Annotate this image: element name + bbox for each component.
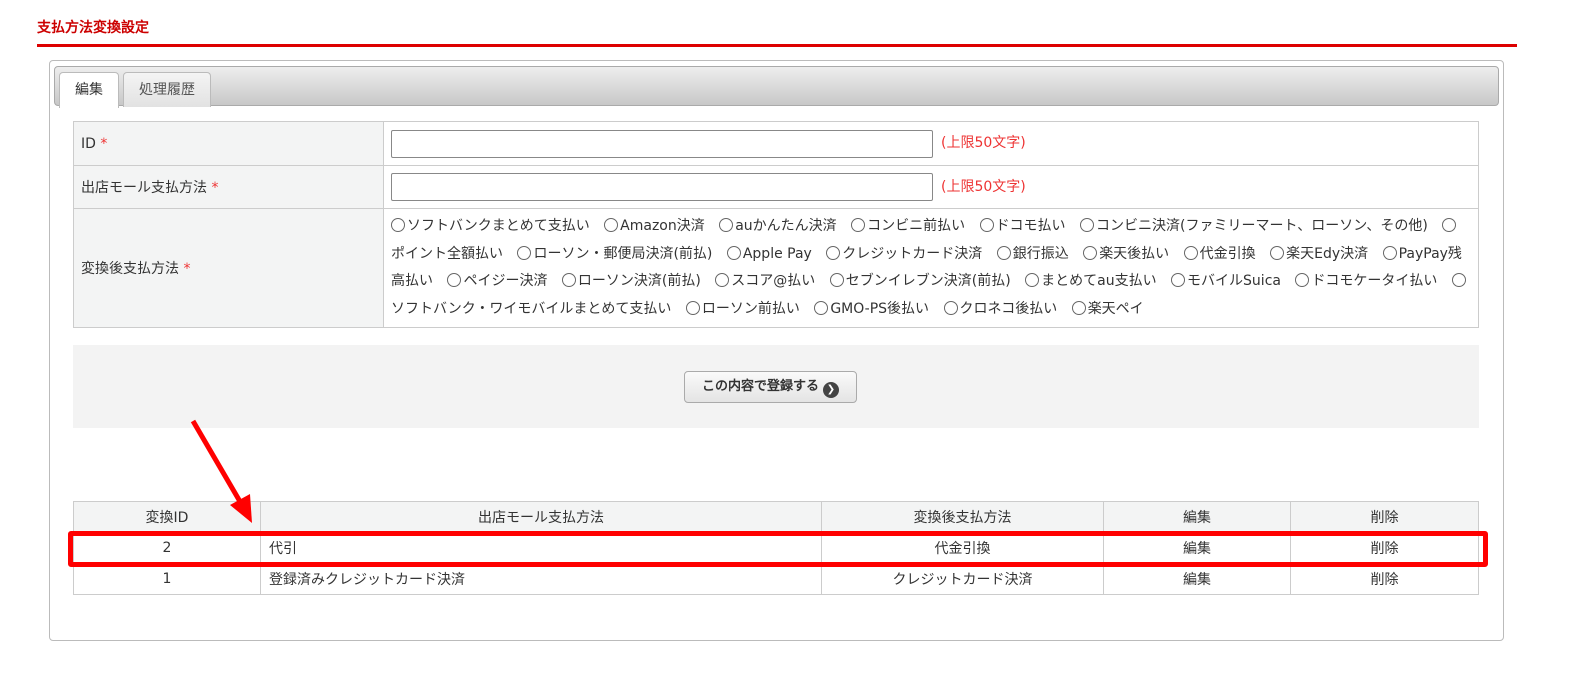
- col-header-edit: 編集: [1103, 501, 1291, 533]
- radio-option[interactable]: スコア@払い: [715, 273, 815, 289]
- radio-label: ローソン決済(前払): [577, 273, 701, 289]
- radio-label: ソフトバンク・ワイモバイルまとめて支払い: [391, 300, 672, 317]
- radio-option[interactable]: 楽天Edy決済: [1270, 245, 1369, 262]
- radio-option[interactable]: まとめてau支払い: [1025, 273, 1157, 289]
- radio-option[interactable]: ローソン・郵便局決済(前払): [517, 245, 713, 262]
- radio-option[interactable]: Apple Pay: [726, 245, 812, 262]
- radio-label: コンビニ前払い: [867, 218, 966, 234]
- radio-option[interactable]: 楽天ペイ: [1071, 300, 1144, 317]
- radio-label: 楽天後払い: [1099, 245, 1170, 262]
- radio-label: ソフトバンクまとめて支払い: [407, 218, 590, 234]
- radio-circle-icon[interactable]: [979, 218, 994, 232]
- radio-circle-icon[interactable]: [391, 218, 405, 232]
- radio-circle-icon[interactable]: [685, 300, 700, 315]
- radio-circle-icon[interactable]: [1025, 273, 1040, 287]
- row-converted: クレジットカード決済: [821, 563, 1104, 595]
- radio-circle-icon[interactable]: [814, 300, 829, 315]
- radio-option[interactable]: コンビニ決済(ファミリーマート、ローソン、その他): [1080, 218, 1428, 234]
- submit-button[interactable]: この内容で登録する ❯: [684, 371, 857, 403]
- radio-option[interactable]: GMO-PS後払い: [814, 300, 930, 317]
- radio-circle-icon[interactable]: [719, 218, 734, 232]
- radio-circle-icon[interactable]: [604, 218, 619, 232]
- radio-circle-icon[interactable]: [1183, 245, 1198, 260]
- table-row: 1 登録済みクレジットカード決済 クレジットカード決済 編集 削除: [73, 563, 1479, 595]
- radio-circle-icon[interactable]: [1083, 245, 1098, 260]
- col-header-mall: 出店モール支払方法: [260, 501, 822, 533]
- radio-circle-icon[interactable]: [1270, 245, 1285, 260]
- arrow-right-icon: ❯: [823, 382, 839, 398]
- id-input[interactable]: [391, 129, 933, 158]
- row-mall: 登録済みクレジットカード決済: [260, 563, 822, 595]
- radio-option[interactable]: 楽天後払い: [1083, 245, 1170, 262]
- radio-circle-icon[interactable]: [943, 300, 958, 315]
- radio-label: GMO-PS後払い: [830, 300, 930, 317]
- radio-option[interactable]: ローソン前払い: [685, 300, 800, 317]
- row-id: 1: [73, 563, 261, 595]
- radio-circle-icon[interactable]: [1382, 245, 1397, 260]
- col-header-delete: 削除: [1290, 501, 1479, 533]
- radio-circle-icon[interactable]: [829, 273, 844, 287]
- radio-option[interactable]: auかんたん決済: [719, 218, 837, 234]
- radio-circle-icon[interactable]: [1442, 218, 1457, 232]
- radio-circle-icon[interactable]: [517, 245, 532, 260]
- radio-label: ペイジー決済: [463, 273, 548, 289]
- radio-circle-icon[interactable]: [726, 245, 741, 260]
- radio-option[interactable]: 銀行振込: [996, 245, 1069, 262]
- radio-label: 楽天ペイ: [1087, 300, 1144, 317]
- radio-option[interactable]: ペイジー決済: [447, 273, 547, 289]
- radio-label: スコア@払い: [731, 273, 816, 289]
- radio-circle-icon[interactable]: [447, 273, 462, 287]
- id-limit-note: (上限50文字): [941, 135, 1026, 151]
- radio-label: モバイルSuica: [1187, 273, 1281, 289]
- mall-payment-input[interactable]: [391, 173, 933, 201]
- radio-option[interactable]: セブンイレブン決済(前払): [829, 273, 1011, 289]
- radio-label: Apple Pay: [742, 245, 812, 262]
- radio-option[interactable]: ローソン決済(前払): [561, 273, 701, 289]
- radio-label: 代金引換: [1199, 245, 1256, 262]
- radio-circle-icon[interactable]: [1295, 273, 1310, 287]
- radio-label: auかんたん決済: [735, 218, 837, 234]
- radio-circle-icon[interactable]: [1451, 273, 1466, 287]
- radio-label: 楽天Edy決済: [1286, 245, 1369, 262]
- radio-circle-icon[interactable]: [561, 273, 576, 287]
- radio-label: ドコモ払い: [995, 218, 1066, 234]
- radio-circle-icon[interactable]: [1071, 300, 1086, 315]
- radio-circle-icon[interactable]: [1080, 218, 1095, 232]
- annotation-arrow-icon: [190, 419, 252, 523]
- converted-payment-radio-group: ソフトバンクまとめて支払い Amazon決済 auかんたん決済 コンビニ前払い …: [383, 208, 1479, 328]
- radio-option[interactable]: クロネコ後払い: [943, 300, 1058, 317]
- radio-label: 銀行振込: [1012, 245, 1069, 262]
- radio-option[interactable]: Amazon決済: [604, 218, 705, 234]
- radio-label: クロネコ後払い: [959, 300, 1058, 317]
- radio-label: Amazon決済: [620, 218, 705, 234]
- radio-label: ローソン・郵便局決済(前払): [533, 245, 713, 262]
- radio-label: ポイント全額払い: [391, 245, 503, 262]
- col-header-converted: 変換後支払方法: [821, 501, 1104, 533]
- radio-option[interactable]: ドコモ払い: [979, 218, 1066, 234]
- radio-label: コンビニ決済(ファミリーマート、ローソン、その他): [1096, 218, 1428, 234]
- radio-label: クレジットカード決済: [842, 245, 983, 262]
- mall-limit-note: (上限50文字): [941, 178, 1026, 195]
- radio-circle-icon[interactable]: [996, 245, 1011, 260]
- radio-label: まとめてau支払い: [1041, 273, 1157, 289]
- radio-circle-icon[interactable]: [826, 245, 841, 260]
- radio-option[interactable]: モバイルSuica: [1171, 273, 1281, 289]
- radio-option[interactable]: 代金引換: [1183, 245, 1256, 262]
- radio-option[interactable]: クレジットカード決済: [826, 245, 983, 262]
- radio-circle-icon[interactable]: [851, 218, 866, 232]
- radio-label: セブンイレブン決済(前払): [845, 273, 1011, 289]
- radio-option[interactable]: ソフトバンクまとめて支払い: [391, 218, 590, 234]
- radio-option[interactable]: ドコモケータイ払い: [1295, 273, 1437, 289]
- radio-circle-icon[interactable]: [715, 273, 730, 287]
- radio-circle-icon[interactable]: [1171, 273, 1186, 287]
- row-delete-link[interactable]: 削除: [1290, 563, 1479, 595]
- radio-label: ローソン前払い: [701, 300, 800, 317]
- radio-option[interactable]: コンビニ前払い: [851, 218, 965, 234]
- radio-label: ドコモケータイ払い: [1311, 273, 1438, 289]
- row-edit-link[interactable]: 編集: [1103, 563, 1291, 595]
